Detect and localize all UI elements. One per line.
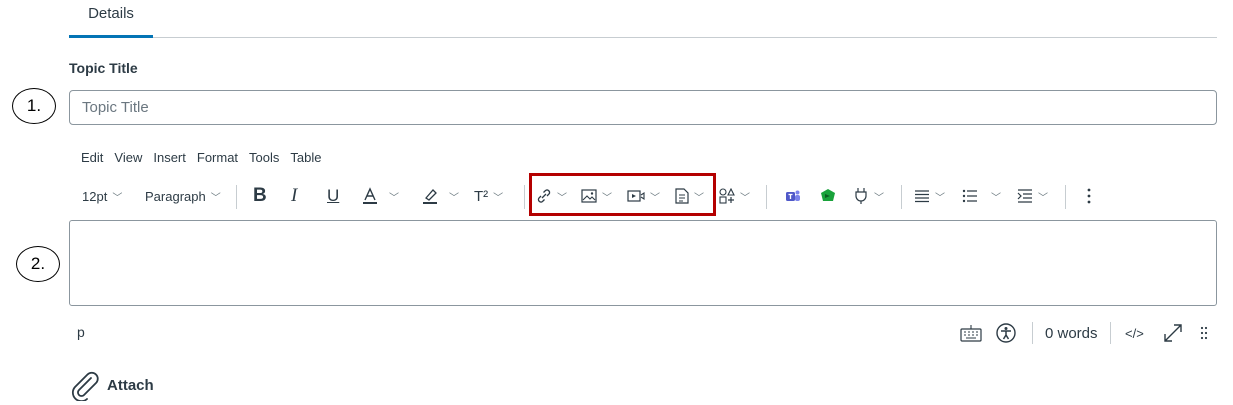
- chevron-down-icon: ﹀: [449, 192, 459, 204]
- editor-menubar: Edit View Insert Format Tools Table: [81, 150, 332, 170]
- italic-icon: I: [291, 185, 298, 206]
- html-editor-toggle[interactable]: </>: [1125, 318, 1144, 348]
- word-count[interactable]: 0 words: [1045, 318, 1098, 348]
- studio-icon: [821, 189, 835, 201]
- text-color-icon: [363, 187, 377, 204]
- underline-button[interactable]: U: [327, 181, 339, 211]
- highlight-box: [529, 173, 716, 216]
- italic-button[interactable]: I: [291, 181, 297, 211]
- chevron-down-icon: ﹀: [493, 192, 504, 204]
- toolbar-divider: [236, 185, 237, 209]
- chevron-down-icon: ﹀: [991, 192, 1001, 204]
- more-button[interactable]: [1087, 181, 1091, 211]
- menu-insert[interactable]: Insert: [153, 150, 186, 170]
- apps-icon: [719, 188, 735, 204]
- font-size-select[interactable]: 12pt ﹀: [82, 181, 122, 211]
- apps-button[interactable]: ﹀: [719, 181, 750, 211]
- align-button[interactable]: ﹀: [914, 181, 945, 211]
- indent-icon: [1017, 189, 1032, 203]
- plugin-button[interactable]: ﹀: [853, 181, 884, 211]
- chevron-down-icon: ﹀: [112, 192, 123, 204]
- more-icon: [1087, 188, 1091, 204]
- attach-button[interactable]: Attach: [69, 369, 154, 401]
- rich-text-editor[interactable]: [69, 220, 1217, 306]
- block-format-select[interactable]: Paragraph ﹀: [145, 181, 221, 211]
- text-color-button[interactable]: ﹀: [362, 181, 399, 211]
- accessibility-checker-button[interactable]: [996, 318, 1016, 348]
- studio-button[interactable]: [820, 181, 836, 211]
- statusbar-divider: [1110, 322, 1111, 344]
- list-button[interactable]: ﹀: [962, 181, 1001, 211]
- keyboard-shortcuts-button[interactable]: [960, 318, 982, 348]
- underline-icon: U: [327, 186, 340, 205]
- toolbar-divider: [766, 185, 767, 209]
- highlight-icon: [423, 189, 437, 204]
- chevron-down-icon: ﹀: [935, 192, 945, 204]
- callout-1: 1.: [12, 88, 56, 124]
- plugin-icon: [855, 188, 867, 204]
- callout-2: 2.: [16, 246, 60, 282]
- paperclip-icon: [71, 371, 99, 401]
- menu-view[interactable]: View: [114, 150, 142, 170]
- superscript-button[interactable]: T² ﹀: [474, 181, 503, 211]
- statusbar-divider: [1032, 322, 1033, 344]
- highlight-button[interactable]: ﹀: [422, 181, 459, 211]
- drag-handle-icon: [1200, 326, 1208, 340]
- chevron-down-icon: ﹀: [874, 192, 884, 204]
- menu-edit[interactable]: Edit: [81, 150, 103, 170]
- toolbar-divider: [1065, 185, 1066, 209]
- list-icon: [962, 189, 977, 203]
- topic-title-label: Topic Title: [69, 60, 138, 76]
- attach-label: Attach: [107, 376, 154, 394]
- teams-icon: [786, 190, 800, 201]
- tab-bar: Details: [69, 0, 1217, 38]
- editor-statusbar: p 0 words </>: [69, 318, 1217, 348]
- fullscreen-button[interactable]: [1163, 318, 1183, 348]
- element-path[interactable]: p: [77, 324, 85, 340]
- topic-title-input[interactable]: [69, 90, 1217, 125]
- bold-button[interactable]: B: [253, 181, 267, 211]
- chevron-down-icon: ﹀: [1038, 192, 1048, 204]
- toolbar-divider: [524, 185, 525, 209]
- toolbar-divider: [901, 185, 902, 209]
- chevron-down-icon: ﹀: [740, 192, 750, 204]
- superscript-icon: T²: [474, 187, 489, 205]
- accessibility-icon: [996, 323, 1016, 343]
- resize-handle[interactable]: [1200, 318, 1208, 348]
- menu-tools[interactable]: Tools: [249, 150, 279, 170]
- indent-button[interactable]: ﹀: [1017, 181, 1048, 211]
- font-size-value: 12pt: [82, 188, 108, 204]
- teams-button[interactable]: [785, 181, 801, 211]
- menu-table[interactable]: Table: [290, 150, 321, 170]
- tab-details[interactable]: Details: [69, 0, 153, 38]
- keyboard-icon: [960, 325, 982, 342]
- align-icon: [915, 190, 929, 203]
- block-format-value: Paragraph: [145, 188, 206, 204]
- expand-icon: [1164, 324, 1182, 342]
- menu-format[interactable]: Format: [197, 150, 238, 170]
- chevron-down-icon: ﹀: [210, 192, 221, 204]
- chevron-down-icon: ﹀: [389, 192, 399, 204]
- bold-icon: B: [253, 185, 267, 206]
